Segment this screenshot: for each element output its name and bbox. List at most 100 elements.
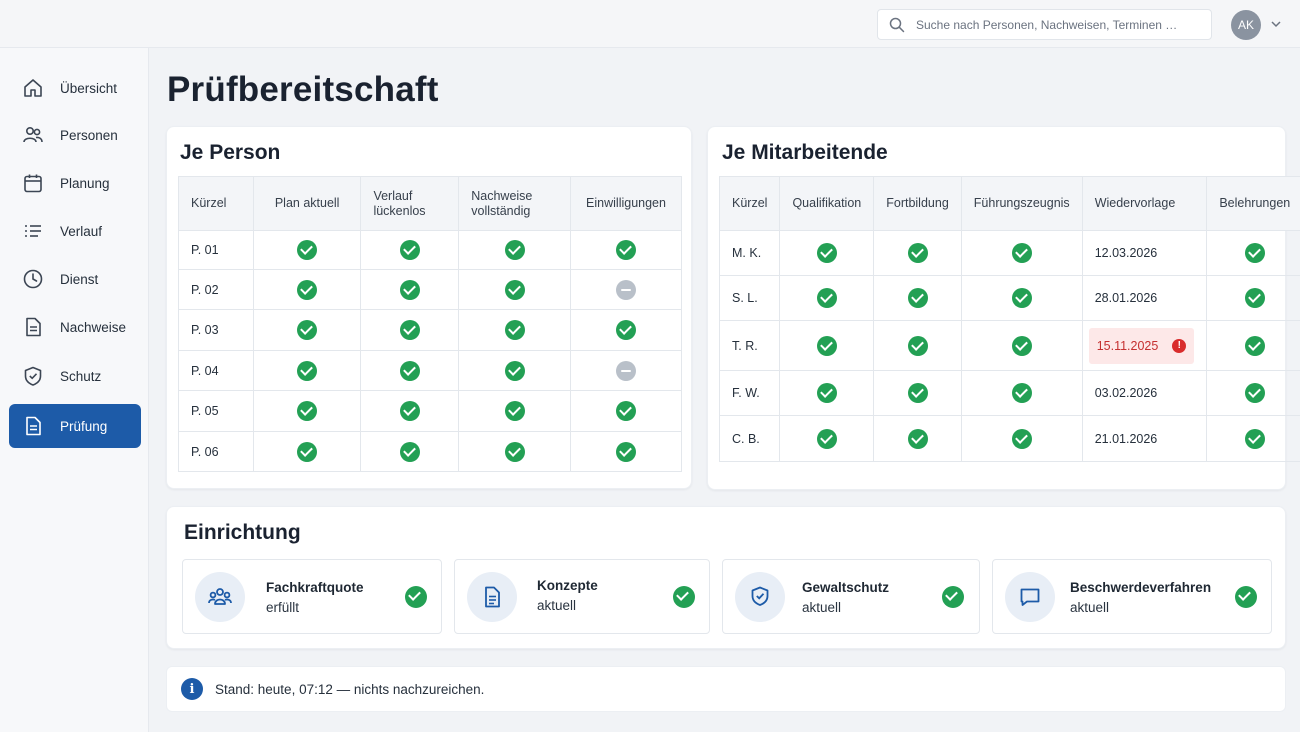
check-icon (1244, 335, 1265, 356)
table-row[interactable]: P. 03 (178, 309, 682, 351)
row-id: F. W. (718, 370, 781, 416)
status-cell (960, 415, 1083, 462)
status-cell (873, 415, 962, 462)
row-id: P. 02 (178, 269, 254, 310)
row-id: T. R. (718, 320, 781, 371)
tile-title: Fachkraftquote (266, 580, 364, 595)
status-cell (360, 269, 460, 310)
sidebar-item-pruefung[interactable]: Prüfung (9, 404, 141, 448)
sidebar-item-personen[interactable]: Personen (9, 113, 141, 157)
sidebar-item-dienst[interactable]: Dienst (9, 257, 141, 301)
check-icon (816, 243, 837, 263)
status-cell (458, 230, 572, 270)
column-header: Belehrungen (1206, 176, 1300, 231)
shield-icon (22, 365, 44, 387)
check-icon (616, 441, 636, 462)
check-icon (297, 279, 318, 300)
tile-beschwerdeverfahren[interactable]: Beschwerdeverfahren aktuell (992, 559, 1272, 634)
team-icon (195, 572, 245, 622)
check-icon (907, 288, 928, 308)
tile-status: erfüllt (266, 600, 300, 615)
check-icon (1011, 243, 1032, 263)
check-icon (504, 279, 525, 300)
sidebar-item-nachweise[interactable]: Nachweise (9, 305, 141, 349)
check-icon (504, 240, 525, 260)
check-icon (297, 360, 318, 381)
row-id: P. 05 (178, 390, 254, 432)
table-row[interactable]: M. K. 12.03.2026 (718, 230, 1300, 276)
chevron-down-icon[interactable] (1270, 18, 1282, 30)
due-date: 03.02.2026 (1094, 386, 1158, 400)
sidebar-item-label: Planung (60, 175, 110, 191)
table-row[interactable]: F. W. 03.02.2026 (718, 370, 1300, 416)
sidebar-item-uebersicht[interactable]: Übersicht (9, 66, 141, 110)
row-id: P. 03 (178, 309, 254, 351)
check-icon (1011, 383, 1032, 403)
date-cell: 03.02.2026 (1081, 370, 1208, 416)
check-icon (1011, 288, 1032, 308)
search-input[interactable] (916, 17, 1196, 32)
clock-icon (22, 268, 44, 290)
table-row[interactable]: P. 06 (178, 431, 682, 472)
row-id: P. 06 (178, 431, 254, 472)
table-row[interactable]: P. 04 (178, 350, 682, 391)
check-icon (297, 441, 318, 462)
table-row[interactable]: S. L. 28.01.2026 (718, 275, 1300, 321)
shield-check-icon (735, 572, 785, 622)
table-row[interactable]: T. R. 15.11.2025! (718, 320, 1300, 371)
tile-status: aktuell (537, 598, 577, 613)
tile-konzepte[interactable]: Konzepte aktuell (454, 559, 710, 634)
info-icon: i (181, 678, 203, 700)
sidebar-item-label: Nachweise (60, 319, 127, 335)
sidebar-item-label: Prüfung (60, 418, 108, 434)
card-title: Einrichtung (184, 521, 301, 544)
search-box[interactable] (877, 9, 1212, 40)
sidebar-item-verlauf[interactable]: Verlauf (9, 209, 141, 253)
check-icon (907, 243, 928, 263)
top-bar: AK (0, 0, 1300, 48)
card-title: Je Person (180, 141, 281, 164)
tile-fachkraftquote[interactable]: Fachkraftquote erfüllt (182, 559, 442, 634)
status-cell (570, 350, 682, 391)
column-header: Führungszeugnis (960, 176, 1083, 231)
status-cell (252, 431, 362, 472)
document-icon (467, 572, 517, 622)
minus-icon (616, 360, 636, 381)
sidebar-item-planung[interactable]: Planung (9, 161, 141, 205)
avatar[interactable]: AK (1231, 10, 1261, 40)
status-cell (570, 309, 682, 351)
row-id: S. L. (718, 275, 781, 321)
column-header: Einwilligungen (570, 176, 682, 231)
status-cell (873, 275, 962, 321)
check-icon (616, 401, 636, 421)
staff-card: Je Mitarbeitende Kürzel Qualifikation Fo… (707, 126, 1300, 490)
calendar-icon (22, 172, 44, 194)
check-icon (907, 383, 928, 403)
tile-text: Konzepte aktuell (537, 576, 598, 616)
sidebar: Übersicht Personen Planung Verlauf Diens… (0, 48, 149, 732)
table-row[interactable]: P. 02 (178, 269, 682, 310)
check-icon (399, 240, 420, 260)
check-icon (616, 240, 636, 260)
status-cell (458, 269, 572, 310)
status-cell (1206, 230, 1300, 276)
status-cell (570, 431, 682, 472)
sidebar-item-schutz[interactable]: Schutz (9, 354, 141, 398)
table-row[interactable]: C. B. 21.01.2026 (718, 415, 1300, 462)
staff-table: Kürzel Qualifikation Fortbildung Führung… (718, 176, 1300, 462)
checklist-document-icon (22, 415, 44, 437)
tile-gewaltschutz[interactable]: Gewaltschutz aktuell (722, 559, 980, 634)
check-icon (942, 586, 964, 608)
table-row[interactable]: P. 01 (178, 230, 682, 270)
due-date: 21.01.2026 (1094, 431, 1158, 446)
check-icon (399, 279, 420, 300)
tile-title: Konzepte (537, 578, 598, 593)
check-icon (1235, 586, 1257, 608)
overdue-badge[interactable]: 15.11.2025! (1088, 327, 1195, 364)
table-row[interactable]: P. 05 (178, 390, 682, 432)
row-id: P. 01 (178, 230, 254, 270)
list-icon (22, 220, 44, 242)
alert-icon: ! (1172, 338, 1187, 353)
status-cell (252, 390, 362, 432)
check-icon (816, 428, 837, 449)
